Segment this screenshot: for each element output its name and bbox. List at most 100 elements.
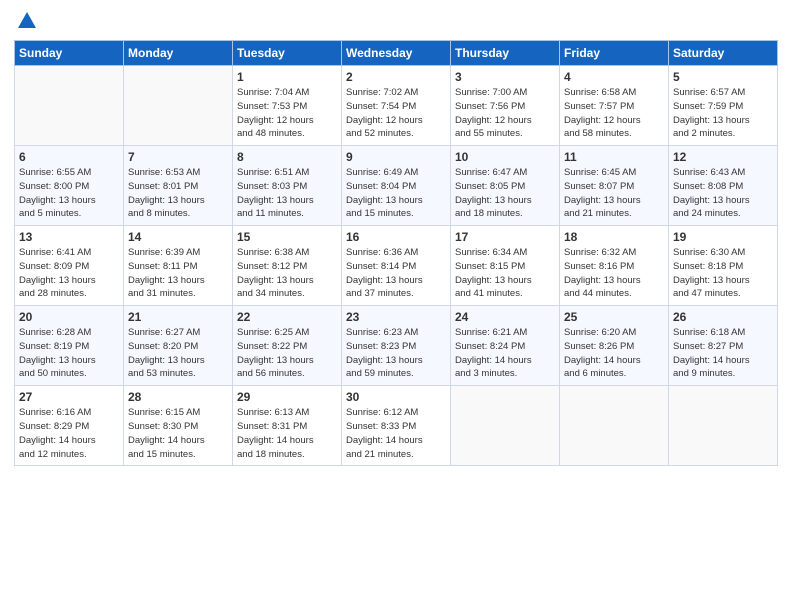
logo [14, 10, 38, 32]
calendar-cell: 8 Sunrise: 6:51 AM Sunset: 8:03 PM Daylig… [233, 146, 342, 226]
day-info: Sunrise: 6:27 AM Sunset: 8:20 PM Dayligh… [128, 326, 228, 381]
day-info: Sunrise: 6:57 AM Sunset: 7:59 PM Dayligh… [673, 86, 773, 141]
day-info: Sunrise: 6:20 AM Sunset: 8:26 PM Dayligh… [564, 326, 664, 381]
page: SundayMondayTuesdayWednesdayThursdayFrid… [0, 0, 792, 612]
day-info: Sunrise: 6:43 AM Sunset: 8:08 PM Dayligh… [673, 166, 773, 221]
day-number: 26 [673, 310, 773, 324]
day-info: Sunrise: 7:04 AM Sunset: 7:53 PM Dayligh… [237, 86, 337, 141]
day-info: Sunrise: 6:39 AM Sunset: 8:11 PM Dayligh… [128, 246, 228, 301]
calendar-cell: 29 Sunrise: 6:13 AM Sunset: 8:31 PM Dayli… [233, 386, 342, 466]
day-info: Sunrise: 6:30 AM Sunset: 8:18 PM Dayligh… [673, 246, 773, 301]
calendar-cell: 16 Sunrise: 6:36 AM Sunset: 8:14 PM Dayli… [342, 226, 451, 306]
day-number: 4 [564, 70, 664, 84]
day-info: Sunrise: 6:13 AM Sunset: 8:31 PM Dayligh… [237, 406, 337, 461]
calendar-cell: 27 Sunrise: 6:16 AM Sunset: 8:29 PM Dayli… [15, 386, 124, 466]
calendar-cell: 9 Sunrise: 6:49 AM Sunset: 8:04 PM Daylig… [342, 146, 451, 226]
calendar-cell: 2 Sunrise: 7:02 AM Sunset: 7:54 PM Daylig… [342, 66, 451, 146]
calendar-cell: 15Sunrise: 6:38 AM Sunset: 8:12 PM Dayli… [233, 226, 342, 306]
calendar-cell: 6 Sunrise: 6:55 AM Sunset: 8:00 PM Daylig… [15, 146, 124, 226]
day-number: 14 [128, 230, 228, 244]
day-number: 30 [346, 390, 446, 404]
calendar-cell: 5 Sunrise: 6:57 AM Sunset: 7:59 PM Daylig… [669, 66, 778, 146]
header [14, 10, 778, 32]
day-number: 19 [673, 230, 773, 244]
day-info: Sunrise: 6:32 AM Sunset: 8:16 PM Dayligh… [564, 246, 664, 301]
day-number: 1 [237, 70, 337, 84]
calendar-cell: 19 Sunrise: 6:30 AM Sunset: 8:18 PM Dayli… [669, 226, 778, 306]
weekday-header-tuesday: Tuesday [233, 41, 342, 66]
day-number: 9 [346, 150, 446, 164]
day-number: 16 [346, 230, 446, 244]
calendar-cell: 28 Sunrise: 6:15 AM Sunset: 8:30 PM Dayli… [124, 386, 233, 466]
day-number: 11 [564, 150, 664, 164]
day-number: 7 [128, 150, 228, 164]
day-info: Sunrise: 6:51 AM Sunset: 8:03 PM Dayligh… [237, 166, 337, 221]
day-number: 22 [237, 310, 337, 324]
weekday-header-sunday: Sunday [15, 41, 124, 66]
weekday-header-saturday: Saturday [669, 41, 778, 66]
day-info: Sunrise: 6:45 AM Sunset: 8:07 PM Dayligh… [564, 166, 664, 221]
day-info: Sunrise: 6:58 AM Sunset: 7:57 PM Dayligh… [564, 86, 664, 141]
weekday-header-wednesday: Wednesday [342, 41, 451, 66]
day-info: Sunrise: 6:21 AM Sunset: 8:24 PM Dayligh… [455, 326, 555, 381]
calendar-cell: 7 Sunrise: 6:53 AM Sunset: 8:01 PM Daylig… [124, 146, 233, 226]
calendar-cell: 25 Sunrise: 6:20 AM Sunset: 8:26 PM Dayli… [560, 306, 669, 386]
calendar-cell: 20 Sunrise: 6:28 AM Sunset: 8:19 PM Dayli… [15, 306, 124, 386]
weekday-header-friday: Friday [560, 41, 669, 66]
day-number: 8 [237, 150, 337, 164]
day-number: 25 [564, 310, 664, 324]
day-info: Sunrise: 7:02 AM Sunset: 7:54 PM Dayligh… [346, 86, 446, 141]
calendar-cell: 3Sunrise: 7:00 AM Sunset: 7:56 PM Daylig… [451, 66, 560, 146]
day-number: 17 [455, 230, 555, 244]
day-info: Sunrise: 6:36 AM Sunset: 8:14 PM Dayligh… [346, 246, 446, 301]
day-number: 15 [237, 230, 337, 244]
calendar-cell: 23 Sunrise: 6:23 AM Sunset: 8:23 PM Dayli… [342, 306, 451, 386]
day-info: Sunrise: 6:16 AM Sunset: 8:29 PM Dayligh… [19, 406, 119, 461]
day-number: 29 [237, 390, 337, 404]
day-info: Sunrise: 7:00 AM Sunset: 7:56 PM Dayligh… [455, 86, 555, 141]
day-number: 13 [19, 230, 119, 244]
calendar-cell: 30 Sunrise: 6:12 AM Sunset: 8:33 PM Dayli… [342, 386, 451, 466]
calendar-cell: 13 Sunrise: 6:41 AM Sunset: 8:09 PM Dayli… [15, 226, 124, 306]
day-number: 23 [346, 310, 446, 324]
calendar-cell: 21 Sunrise: 6:27 AM Sunset: 8:20 PM Dayli… [124, 306, 233, 386]
day-number: 28 [128, 390, 228, 404]
calendar-cell: 1 Sunrise: 7:04 AM Sunset: 7:53 PM Daylig… [233, 66, 342, 146]
day-info: Sunrise: 6:34 AM Sunset: 8:15 PM Dayligh… [455, 246, 555, 301]
day-info: Sunrise: 6:55 AM Sunset: 8:00 PM Dayligh… [19, 166, 119, 221]
calendar-cell: 26Sunrise: 6:18 AM Sunset: 8:27 PM Dayli… [669, 306, 778, 386]
day-info: Sunrise: 6:47 AM Sunset: 8:05 PM Dayligh… [455, 166, 555, 221]
day-info: Sunrise: 6:41 AM Sunset: 8:09 PM Dayligh… [19, 246, 119, 301]
calendar-cell: 14 Sunrise: 6:39 AM Sunset: 8:11 PM Dayli… [124, 226, 233, 306]
calendar-cell: 24 Sunrise: 6:21 AM Sunset: 8:24 PM Dayli… [451, 306, 560, 386]
day-number: 24 [455, 310, 555, 324]
day-info: Sunrise: 6:53 AM Sunset: 8:01 PM Dayligh… [128, 166, 228, 221]
calendar-cell [15, 66, 124, 146]
day-number: 21 [128, 310, 228, 324]
calendar-cell: 4 Sunrise: 6:58 AM Sunset: 7:57 PM Daylig… [560, 66, 669, 146]
day-info: Sunrise: 6:28 AM Sunset: 8:19 PM Dayligh… [19, 326, 119, 381]
day-number: 5 [673, 70, 773, 84]
calendar-table: SundayMondayTuesdayWednesdayThursdayFrid… [14, 40, 778, 466]
day-number: 6 [19, 150, 119, 164]
day-info: Sunrise: 6:12 AM Sunset: 8:33 PM Dayligh… [346, 406, 446, 461]
calendar-cell [560, 386, 669, 466]
day-number: 10 [455, 150, 555, 164]
calendar-cell: 18 Sunrise: 6:32 AM Sunset: 8:16 PM Dayli… [560, 226, 669, 306]
day-number: 2 [346, 70, 446, 84]
day-info: Sunrise: 6:49 AM Sunset: 8:04 PM Dayligh… [346, 166, 446, 221]
day-number: 18 [564, 230, 664, 244]
day-info: Sunrise: 6:15 AM Sunset: 8:30 PM Dayligh… [128, 406, 228, 461]
logo-icon [16, 10, 38, 32]
calendar-cell: 11 Sunrise: 6:45 AM Sunset: 8:07 PM Dayli… [560, 146, 669, 226]
calendar-cell [669, 386, 778, 466]
calendar-cell: 17 Sunrise: 6:34 AM Sunset: 8:15 PM Dayli… [451, 226, 560, 306]
day-info: Sunrise: 6:23 AM Sunset: 8:23 PM Dayligh… [346, 326, 446, 381]
calendar-cell: 22 Sunrise: 6:25 AM Sunset: 8:22 PM Dayli… [233, 306, 342, 386]
day-number: 27 [19, 390, 119, 404]
day-number: 12 [673, 150, 773, 164]
day-info: Sunrise: 6:25 AM Sunset: 8:22 PM Dayligh… [237, 326, 337, 381]
weekday-header-monday: Monday [124, 41, 233, 66]
calendar-cell [451, 386, 560, 466]
day-number: 20 [19, 310, 119, 324]
